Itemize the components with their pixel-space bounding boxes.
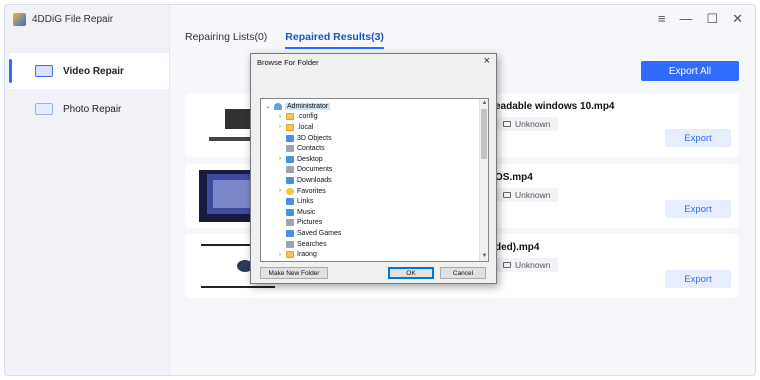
tree-item-label: Searches bbox=[297, 240, 327, 248]
folder-icon bbox=[274, 102, 282, 110]
result-tabs: Repairing Lists(0) Repaired Results(3) bbox=[185, 31, 384, 49]
folder-icon bbox=[286, 113, 294, 121]
chevron-icon[interactable]: ⌄ bbox=[265, 103, 271, 110]
app-logo: 4DDiG File Repair bbox=[13, 13, 113, 26]
tree-item[interactable]: 3D Objects bbox=[277, 133, 332, 144]
folder-icon bbox=[286, 208, 294, 216]
tree-scrollbar[interactable]: ▲ ▼ bbox=[479, 99, 488, 261]
folder-tree[interactable]: ⌄ Administrator › .config › .local 3D Objects C… bbox=[260, 98, 489, 262]
video-icon bbox=[35, 65, 53, 77]
tree-item[interactable]: Downloads bbox=[277, 175, 332, 186]
dialog-close-icon[interactable]: × bbox=[484, 55, 490, 67]
tree-item-label: Saved Games bbox=[297, 229, 342, 237]
tree-item-label: .config bbox=[297, 113, 318, 121]
export-button[interactable]: Export bbox=[665, 270, 731, 288]
file-meta: Unknown bbox=[495, 258, 559, 272]
tree-item[interactable]: ⌄ Administrator bbox=[265, 101, 331, 112]
tree-item[interactable]: › .local bbox=[277, 122, 313, 133]
sidebar-item-photo-repair[interactable]: Photo Repair bbox=[9, 91, 169, 127]
ok-button[interactable]: OK bbox=[388, 267, 434, 279]
scroll-up-icon[interactable]: ▲ bbox=[480, 99, 488, 108]
tree-item[interactable]: Links bbox=[277, 196, 313, 207]
maximize-icon[interactable]: ☐ bbox=[706, 11, 718, 27]
file-meta: Unknown bbox=[495, 117, 559, 131]
tree-item-label: Iraong bbox=[297, 251, 317, 259]
close-icon[interactable]: ✕ bbox=[732, 11, 743, 27]
file-meta-label: Unknown bbox=[515, 260, 551, 270]
file-meta-label: Unknown bbox=[515, 119, 551, 129]
sidebar-item-label: Video Repair bbox=[63, 65, 124, 77]
tree-item-label: .local bbox=[297, 123, 314, 131]
tab-repairing-lists[interactable]: Repairing Lists(0) bbox=[185, 31, 267, 49]
tree-item[interactable]: › Favorites bbox=[277, 186, 326, 197]
window-controls: ≡ — ☐ ✕ bbox=[658, 11, 743, 27]
tree-item-label: Desktop bbox=[297, 155, 323, 163]
folder-icon bbox=[286, 251, 294, 259]
tree-item[interactable]: Searches bbox=[277, 239, 327, 250]
chevron-icon[interactable]: › bbox=[277, 114, 283, 120]
chevron-icon[interactable]: › bbox=[277, 252, 283, 258]
folder-icon bbox=[286, 229, 294, 237]
make-new-folder-button[interactable]: Make New Folder bbox=[260, 267, 328, 279]
scroll-thumb[interactable] bbox=[481, 109, 487, 159]
dialog-title: Browse For Folder bbox=[257, 58, 319, 67]
tree-item[interactable]: Pictures bbox=[277, 218, 322, 229]
dialog-instructions bbox=[251, 70, 496, 96]
tree-item-label: Links bbox=[297, 198, 314, 206]
tree-item[interactable]: Documents bbox=[277, 165, 332, 176]
app-title: 4DDiG File Repair bbox=[32, 14, 114, 25]
folder-icon bbox=[286, 198, 294, 206]
tab-repaired-results[interactable]: Repaired Results(3) bbox=[285, 31, 384, 49]
folder-icon bbox=[286, 176, 294, 184]
folder-icon bbox=[286, 166, 294, 174]
tree-item[interactable]: › Desktop bbox=[277, 154, 323, 165]
photo-icon bbox=[35, 103, 53, 115]
menu-icon[interactable]: ≡ bbox=[658, 11, 666, 27]
camera-icon bbox=[503, 121, 511, 127]
scroll-down-icon[interactable]: ▼ bbox=[480, 252, 488, 261]
tree-item[interactable]: Saved Games bbox=[277, 228, 341, 239]
folder-icon bbox=[286, 145, 294, 153]
file-name: ded).mp4 bbox=[495, 242, 540, 253]
folder-icon bbox=[286, 123, 294, 131]
tree-item-label: Administrator bbox=[285, 102, 331, 110]
tree-item-label: Favorites bbox=[297, 187, 326, 195]
tree-item-label: Downloads bbox=[297, 176, 332, 184]
file-meta: Unknown bbox=[495, 188, 559, 202]
tree-item-label: Documents bbox=[297, 166, 333, 174]
file-name: OS.mp4 bbox=[495, 172, 533, 183]
sidebar: 4DDiG File Repair Video Repair Photo Rep… bbox=[5, 5, 170, 375]
export-button[interactable]: Export bbox=[665, 129, 731, 147]
tree-item-label: Music bbox=[297, 208, 316, 216]
folder-icon bbox=[286, 219, 294, 227]
chevron-icon[interactable]: › bbox=[277, 188, 283, 194]
sidebar-item-video-repair[interactable]: Video Repair bbox=[9, 53, 169, 89]
tree-item[interactable]: Contacts bbox=[277, 143, 325, 154]
cancel-button[interactable]: Cancel bbox=[440, 267, 486, 279]
folder-icon bbox=[286, 187, 294, 195]
browse-folder-dialog: Browse For Folder × ⌄ Administrator › .conf… bbox=[250, 53, 497, 284]
tree-item-label: Contacts bbox=[297, 145, 325, 153]
minimize-icon[interactable]: — bbox=[679, 11, 692, 27]
export-button[interactable]: Export bbox=[665, 200, 731, 218]
folder-icon bbox=[286, 134, 294, 142]
sidebar-item-label: Photo Repair bbox=[63, 103, 122, 115]
export-all-button[interactable]: Export All bbox=[641, 61, 739, 81]
tree-item[interactable]: Music bbox=[277, 207, 315, 218]
folder-icon bbox=[286, 155, 294, 163]
app-logo-icon bbox=[13, 13, 26, 26]
file-meta-label: Unknown bbox=[515, 190, 551, 200]
file-name: eadable windows 10.mp4 bbox=[495, 101, 615, 112]
tree-item-label: 3D Objects bbox=[297, 134, 332, 142]
folder-icon bbox=[286, 240, 294, 248]
camera-icon bbox=[503, 262, 511, 268]
tree-item-label: Pictures bbox=[297, 219, 323, 227]
chevron-icon[interactable]: › bbox=[277, 124, 283, 130]
chevron-icon[interactable]: › bbox=[277, 156, 283, 162]
tree-item[interactable]: › Iraong bbox=[277, 249, 317, 260]
camera-icon bbox=[503, 192, 511, 198]
tree-item[interactable]: › .config bbox=[277, 112, 318, 123]
